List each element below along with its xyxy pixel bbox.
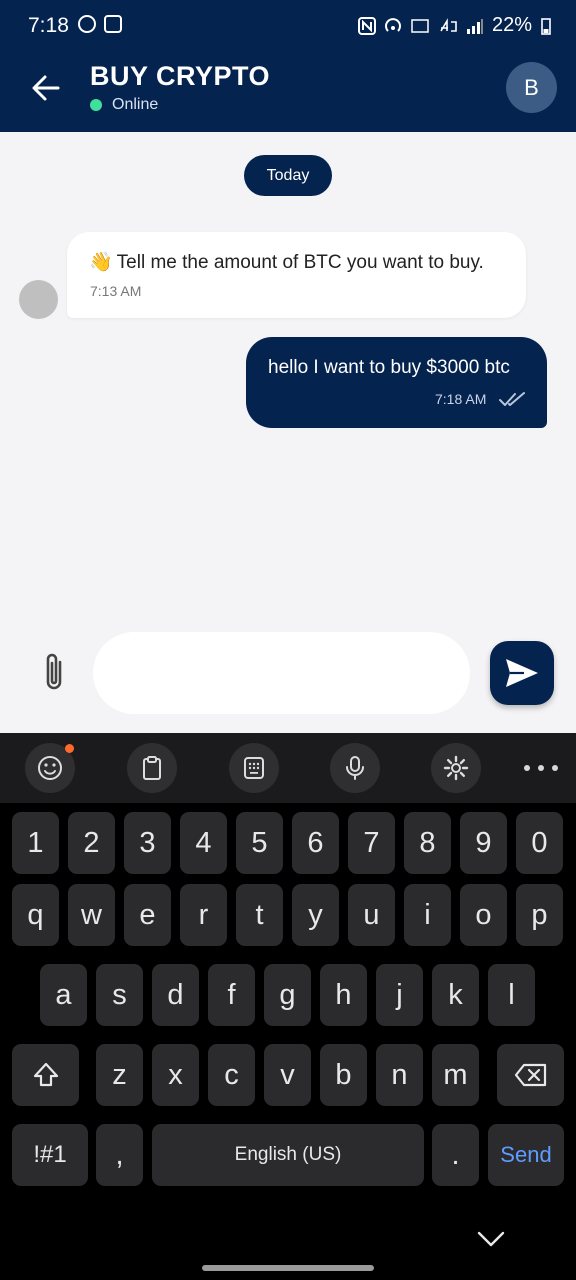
key-k[interactable]: k [432, 964, 479, 1026]
key-3[interactable]: 3 [124, 812, 171, 874]
key-a[interactable]: a [40, 964, 87, 1026]
key-8[interactable]: 8 [404, 812, 451, 874]
voice-input-button[interactable] [330, 743, 380, 793]
key-l[interactable]: l [488, 964, 535, 1026]
status-notification-icons [78, 15, 122, 33]
hotspot-icon [385, 17, 401, 32]
keyboard-toolbar [0, 733, 576, 803]
key-o[interactable]: o [460, 884, 507, 946]
more-options-icon[interactable] [524, 753, 558, 783]
shift-icon [33, 1062, 58, 1087]
notification-dot [65, 744, 74, 753]
outgoing-message-time: 7:18 AM [435, 391, 487, 407]
nfc-icon [357, 16, 376, 35]
volte-icon [411, 18, 429, 33]
key-f[interactable]: f [208, 964, 255, 1026]
battery-percent: 22% [491, 14, 532, 36]
send-key[interactable]: Send [488, 1124, 564, 1186]
key-u[interactable]: u [348, 884, 395, 946]
key-4[interactable]: 4 [180, 812, 227, 874]
online-status-label: Online [112, 96, 159, 113]
key-s[interactable]: s [96, 964, 143, 1026]
comma-key[interactable]: , [96, 1124, 143, 1186]
key-9[interactable]: 9 [460, 812, 507, 874]
key-z[interactable]: z [96, 1044, 143, 1106]
key-v[interactable]: v [264, 1044, 311, 1106]
emoji-icon [38, 756, 62, 780]
incoming-message-time: 7:13 AM [90, 283, 142, 299]
key-p[interactable]: p [516, 884, 563, 946]
key-w[interactable]: w [68, 884, 115, 946]
key-h[interactable]: h [320, 964, 367, 1026]
date-pill: Today [244, 155, 332, 196]
key-7[interactable]: 7 [348, 812, 395, 874]
instagram-icon [78, 15, 96, 33]
status-time: 7:18 [28, 14, 69, 37]
key-n[interactable]: n [376, 1044, 423, 1106]
waving-hand-icon: 👋 [89, 252, 113, 273]
shift-key[interactable] [12, 1044, 79, 1106]
chevron-down-icon[interactable] [474, 1224, 508, 1254]
keypad-mode-button[interactable] [229, 743, 279, 793]
key-d[interactable]: d [152, 964, 199, 1026]
incoming-message-text: 👋 Tell me the amount of BTC you want to b… [89, 252, 484, 273]
send-icon [506, 659, 538, 687]
key-e[interactable]: e [124, 884, 171, 946]
key-y[interactable]: y [292, 884, 339, 946]
back-arrow-icon[interactable] [28, 70, 64, 106]
clipboard-button[interactable] [127, 743, 177, 793]
key-5[interactable]: 5 [236, 812, 283, 874]
status-bar: 7:18 22% [0, 0, 576, 52]
signal-icon [466, 18, 483, 34]
key-c[interactable]: c [208, 1044, 255, 1106]
outgoing-message-text: hello I want to buy $3000 btc [268, 357, 510, 378]
attachment-icon[interactable] [38, 650, 72, 694]
key-b[interactable]: b [320, 1044, 367, 1106]
message-input[interactable] [93, 632, 470, 714]
clipboard-icon [143, 756, 161, 780]
keyboard-settings-button[interactable] [431, 743, 481, 793]
period-key[interactable]: . [432, 1124, 479, 1186]
gear-icon [443, 755, 469, 781]
key-2[interactable]: 2 [68, 812, 115, 874]
key-1[interactable]: 1 [12, 812, 59, 874]
microphone-icon [346, 756, 364, 780]
outgoing-message: hello I want to buy $3000 btc 7:18 AM [246, 337, 547, 428]
key-r[interactable]: r [180, 884, 227, 946]
key-q[interactable]: q [12, 884, 59, 946]
gallery-icon [104, 15, 122, 33]
app-header: 7:18 22% BUY CRYPTO Online B [0, 0, 576, 132]
incoming-message: 👋 Tell me the amount of BTC you want to b… [67, 232, 526, 318]
key-m[interactable]: m [432, 1044, 479, 1106]
backspace-key[interactable] [497, 1044, 564, 1106]
double-check-icon [499, 392, 525, 406]
key-g[interactable]: g [264, 964, 311, 1026]
status-right: 22% [357, 14, 552, 37]
home-indicator[interactable] [202, 1265, 374, 1271]
battery-icon [541, 17, 551, 35]
key-i[interactable]: i [404, 884, 451, 946]
page-title: BUY CRYPTO [90, 61, 271, 91]
bot-avatar [19, 280, 58, 319]
avatar[interactable]: B [506, 62, 557, 113]
symbols-key[interactable]: !#1 [12, 1124, 88, 1186]
keypad-icon [244, 757, 264, 779]
send-button[interactable] [490, 641, 554, 705]
online-dot-icon [90, 99, 102, 111]
backspace-icon [514, 1063, 546, 1087]
key-x[interactable]: x [152, 1044, 199, 1106]
key-j[interactable]: j [376, 964, 423, 1026]
online-status: Online [90, 96, 158, 114]
network-4g-icon [440, 17, 457, 32]
space-key[interactable]: English (US) [152, 1124, 424, 1186]
key-t[interactable]: t [236, 884, 283, 946]
key-0[interactable]: 0 [516, 812, 563, 874]
key-6[interactable]: 6 [292, 812, 339, 874]
